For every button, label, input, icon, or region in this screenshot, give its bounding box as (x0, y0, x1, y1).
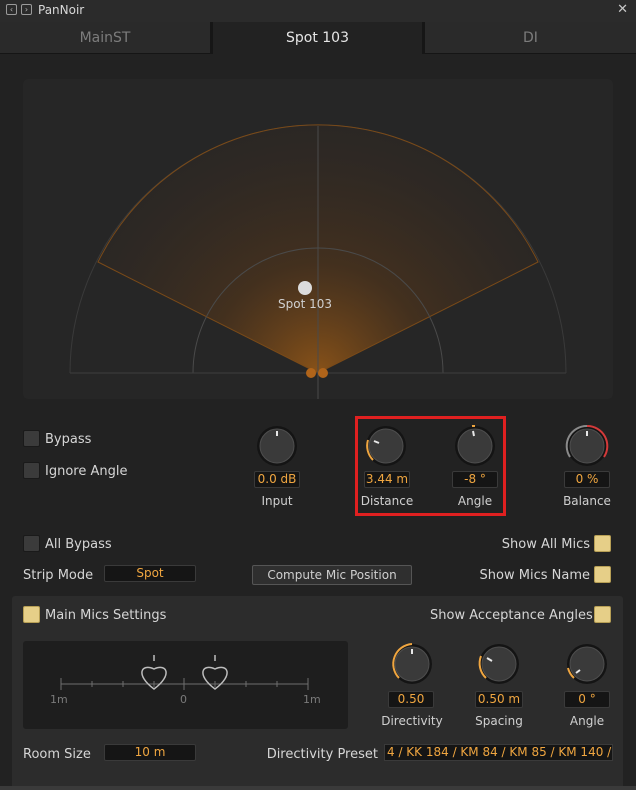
show-all-mics-label: Show All Mics (501, 537, 590, 552)
all-bypass-checkbox[interactable] (23, 535, 40, 552)
input-value[interactable]: 0.0 dB (254, 471, 300, 488)
window-title: PanNoir (38, 3, 85, 17)
scale-center-label: 0 (180, 693, 187, 706)
bypass-checkbox[interactable] (23, 430, 40, 447)
balance-knob[interactable] (563, 422, 611, 470)
tab-spot-103[interactable]: Spot 103 (213, 22, 422, 54)
show-all-mics-checkbox[interactable] (594, 535, 611, 552)
close-icon[interactable]: ✕ (617, 2, 628, 17)
spacing-label: Spacing (475, 714, 523, 728)
source-label: Spot 103 (278, 297, 332, 311)
directivity-preset-select[interactable]: 4 / KK 184 / KM 84 / KM 85 / KM 140 / K (384, 744, 613, 761)
source-marker[interactable] (298, 281, 312, 295)
title-bar (0, 0, 636, 22)
main-angle-knob[interactable] (563, 640, 611, 688)
main-mics-settings-label: Main Mics Settings (45, 608, 167, 623)
ignore-angle-checkbox[interactable] (23, 462, 40, 479)
nav-forward-icon[interactable]: › (21, 4, 32, 15)
strip-mode-label: Strip Mode (23, 568, 94, 583)
compute-mic-position-button[interactable]: Compute Mic Position (252, 565, 412, 585)
mic-layout-view[interactable]: 1m 0 1m (23, 641, 348, 729)
directivity-label: Directivity (381, 714, 443, 728)
pan-view[interactable]: Spot 103 (23, 79, 613, 399)
room-size-label: Room Size (23, 747, 91, 762)
scale-right-label: 1m (303, 693, 321, 706)
directivity-preset-label: Directivity Preset (266, 747, 378, 762)
main-angle-value[interactable]: 0 ° (564, 691, 610, 708)
tab-di[interactable]: DI (425, 22, 636, 54)
nav-back-icon[interactable]: ‹ (6, 4, 17, 15)
mic-left-marker (306, 368, 316, 378)
main-angle-label: Angle (569, 714, 605, 728)
show-acceptance-angles-label: Show Acceptance Angles (430, 608, 593, 623)
directivity-value[interactable]: 0.50 (388, 691, 434, 708)
ignore-angle-label: Ignore Angle (45, 464, 128, 479)
input-knob[interactable] (253, 422, 301, 470)
balance-label: Balance (563, 494, 611, 508)
balance-value[interactable]: 0 % (564, 471, 610, 488)
directivity-knob[interactable] (388, 640, 436, 688)
scale-left-label: 1m (50, 693, 68, 706)
window-bottom-edge (0, 786, 636, 790)
spacing-knob[interactable] (475, 640, 523, 688)
tab-mainst[interactable]: MainST (0, 22, 210, 54)
room-size-value[interactable]: 10 m (104, 744, 196, 761)
show-mics-name-checkbox[interactable] (594, 566, 611, 583)
highlight-box (355, 416, 506, 516)
bypass-label: Bypass (45, 432, 92, 447)
mic-layout-diagram (60, 655, 309, 690)
spacing-value[interactable]: 0.50 m (475, 691, 523, 708)
all-bypass-label: All Bypass (45, 537, 112, 552)
pan-diagram (69, 124, 567, 399)
mic-right-marker (318, 368, 328, 378)
main-mics-settings-checkbox[interactable] (23, 606, 40, 623)
input-label: Input (261, 494, 293, 508)
show-acceptance-angles-checkbox[interactable] (594, 606, 611, 623)
show-mics-name-label: Show Mics Name (479, 568, 590, 583)
strip-mode-select[interactable]: Spot (104, 565, 196, 582)
